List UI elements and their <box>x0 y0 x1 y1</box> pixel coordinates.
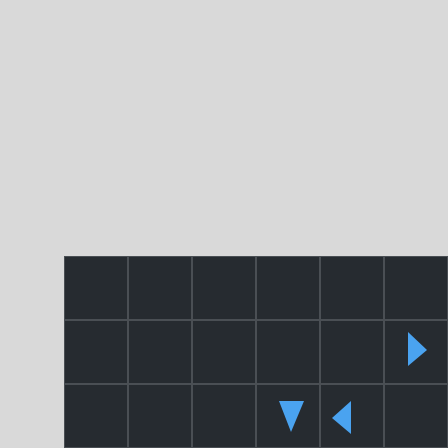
arrow-down-icon[interactable] <box>257 385 321 448</box>
arrow-left-icon[interactable] <box>321 385 385 448</box>
board-cell[interactable] <box>384 320 448 384</box>
board-cell[interactable] <box>64 384 128 448</box>
board-cell[interactable] <box>256 320 320 384</box>
board-cell[interactable] <box>320 384 384 448</box>
board-cell[interactable] <box>320 256 384 320</box>
arrow-right-icon[interactable] <box>385 321 448 385</box>
board-cell[interactable] <box>256 256 320 320</box>
board-cell[interactable] <box>384 256 448 320</box>
board-cell[interactable] <box>128 320 192 384</box>
game-board <box>64 256 448 448</box>
board-cell[interactable] <box>64 256 128 320</box>
board-cell[interactable] <box>128 256 192 320</box>
board-cell[interactable] <box>64 320 128 384</box>
board-cell[interactable] <box>256 384 320 448</box>
board-cell[interactable] <box>128 384 192 448</box>
board-cell[interactable] <box>192 256 256 320</box>
board-cell[interactable] <box>320 320 384 384</box>
board-cell[interactable] <box>384 384 448 448</box>
board-cell[interactable] <box>192 384 256 448</box>
board-cell[interactable] <box>192 320 256 384</box>
